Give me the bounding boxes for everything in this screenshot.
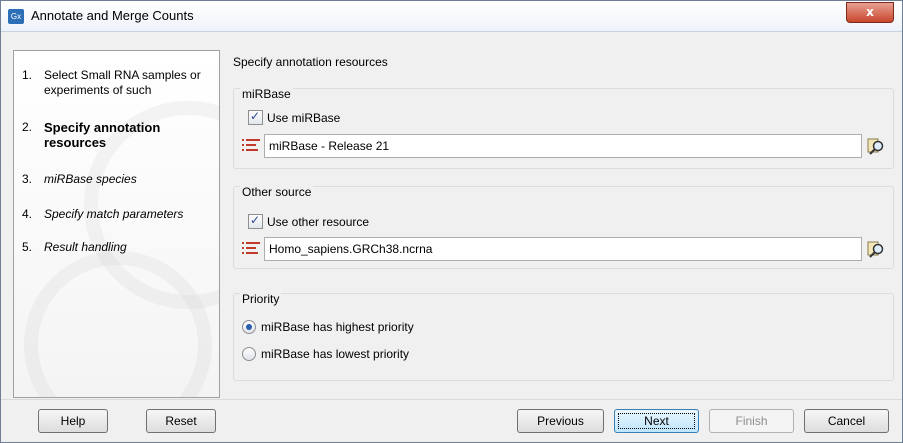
other-source-group: Other source Use other resource Homo_sap… [233,185,894,269]
use-other-resource-checkbox[interactable]: Use other resource [248,213,370,229]
window-title: Annotate and Merge Counts [31,8,194,23]
step-label: Select Small RNA samples or experiments … [44,68,201,97]
step-label: Result handling [44,240,127,254]
step-number: 2. [22,120,33,134]
other-resource-field[interactable]: Homo_sapiens.GRCh38.ncrna [264,237,862,261]
radio-selected-icon[interactable] [242,319,256,334]
wizard-steps-panel: 1. Select Small RNA samples or experimen… [13,50,220,398]
browse-search-icon[interactable] [866,136,886,156]
other-resource-row: Homo_sapiens.GRCh38.ncrna [242,237,887,261]
group-title: Priority [240,292,282,306]
checkbox-checked-icon[interactable] [248,213,263,229]
step-number: 5. [22,240,33,254]
cancel-button[interactable]: Cancel [804,409,889,433]
finish-button[interactable]: Finish [709,409,794,433]
close-button[interactable]: x [846,2,894,23]
radio-lowest-priority[interactable]: miRBase has lowest priority [242,346,409,361]
radio-label: miRBase has lowest priority [261,346,410,361]
use-mirbase-checkbox[interactable]: Use miRBase [248,109,341,125]
group-title: miRBase [240,87,293,101]
priority-group: Priority miRBase has highest priority mi… [233,292,894,381]
step-number: 4. [22,207,33,221]
radio-unselected-icon[interactable] [242,346,256,361]
browse-search-icon[interactable] [866,239,886,259]
app-icon: Gx [8,9,24,24]
step-number: 3. [22,172,33,186]
mirbase-resource-field[interactable]: miRBase - Release 21 [264,134,862,158]
radio-label: miRBase has highest priority [261,319,414,334]
step-label: Specify annotation resources [44,120,161,150]
checkbox-checked-icon[interactable] [248,109,263,125]
mirbase-group: miRBase Use miRBase miRBase - Release 21 [233,87,894,169]
focus-outline [618,413,695,429]
checkbox-label: Use other resource [267,214,370,229]
button-bar-divider [1,399,902,400]
list-icon [242,139,260,151]
mirbase-resource-row: miRBase - Release 21 [242,134,887,158]
step-number: 1. [22,68,33,82]
checkbox-label: Use miRBase [267,110,341,125]
step-label: Specify match parameters [44,207,184,221]
next-button[interactable]: Next [614,409,699,433]
group-title: Other source [240,185,314,199]
page-title: Specify annotation resources [233,55,388,69]
title-bar: Gx Annotate and Merge Counts x [1,1,902,32]
radio-highest-priority[interactable]: miRBase has highest priority [242,319,414,334]
reset-button[interactable]: Reset [146,409,216,433]
step-label: miRBase species [44,172,137,186]
dialog-window: Gx Annotate and Merge Counts x 1. Select… [0,0,903,443]
previous-button[interactable]: Previous [517,409,604,433]
list-icon [242,242,260,254]
help-button[interactable]: Help [38,409,108,433]
